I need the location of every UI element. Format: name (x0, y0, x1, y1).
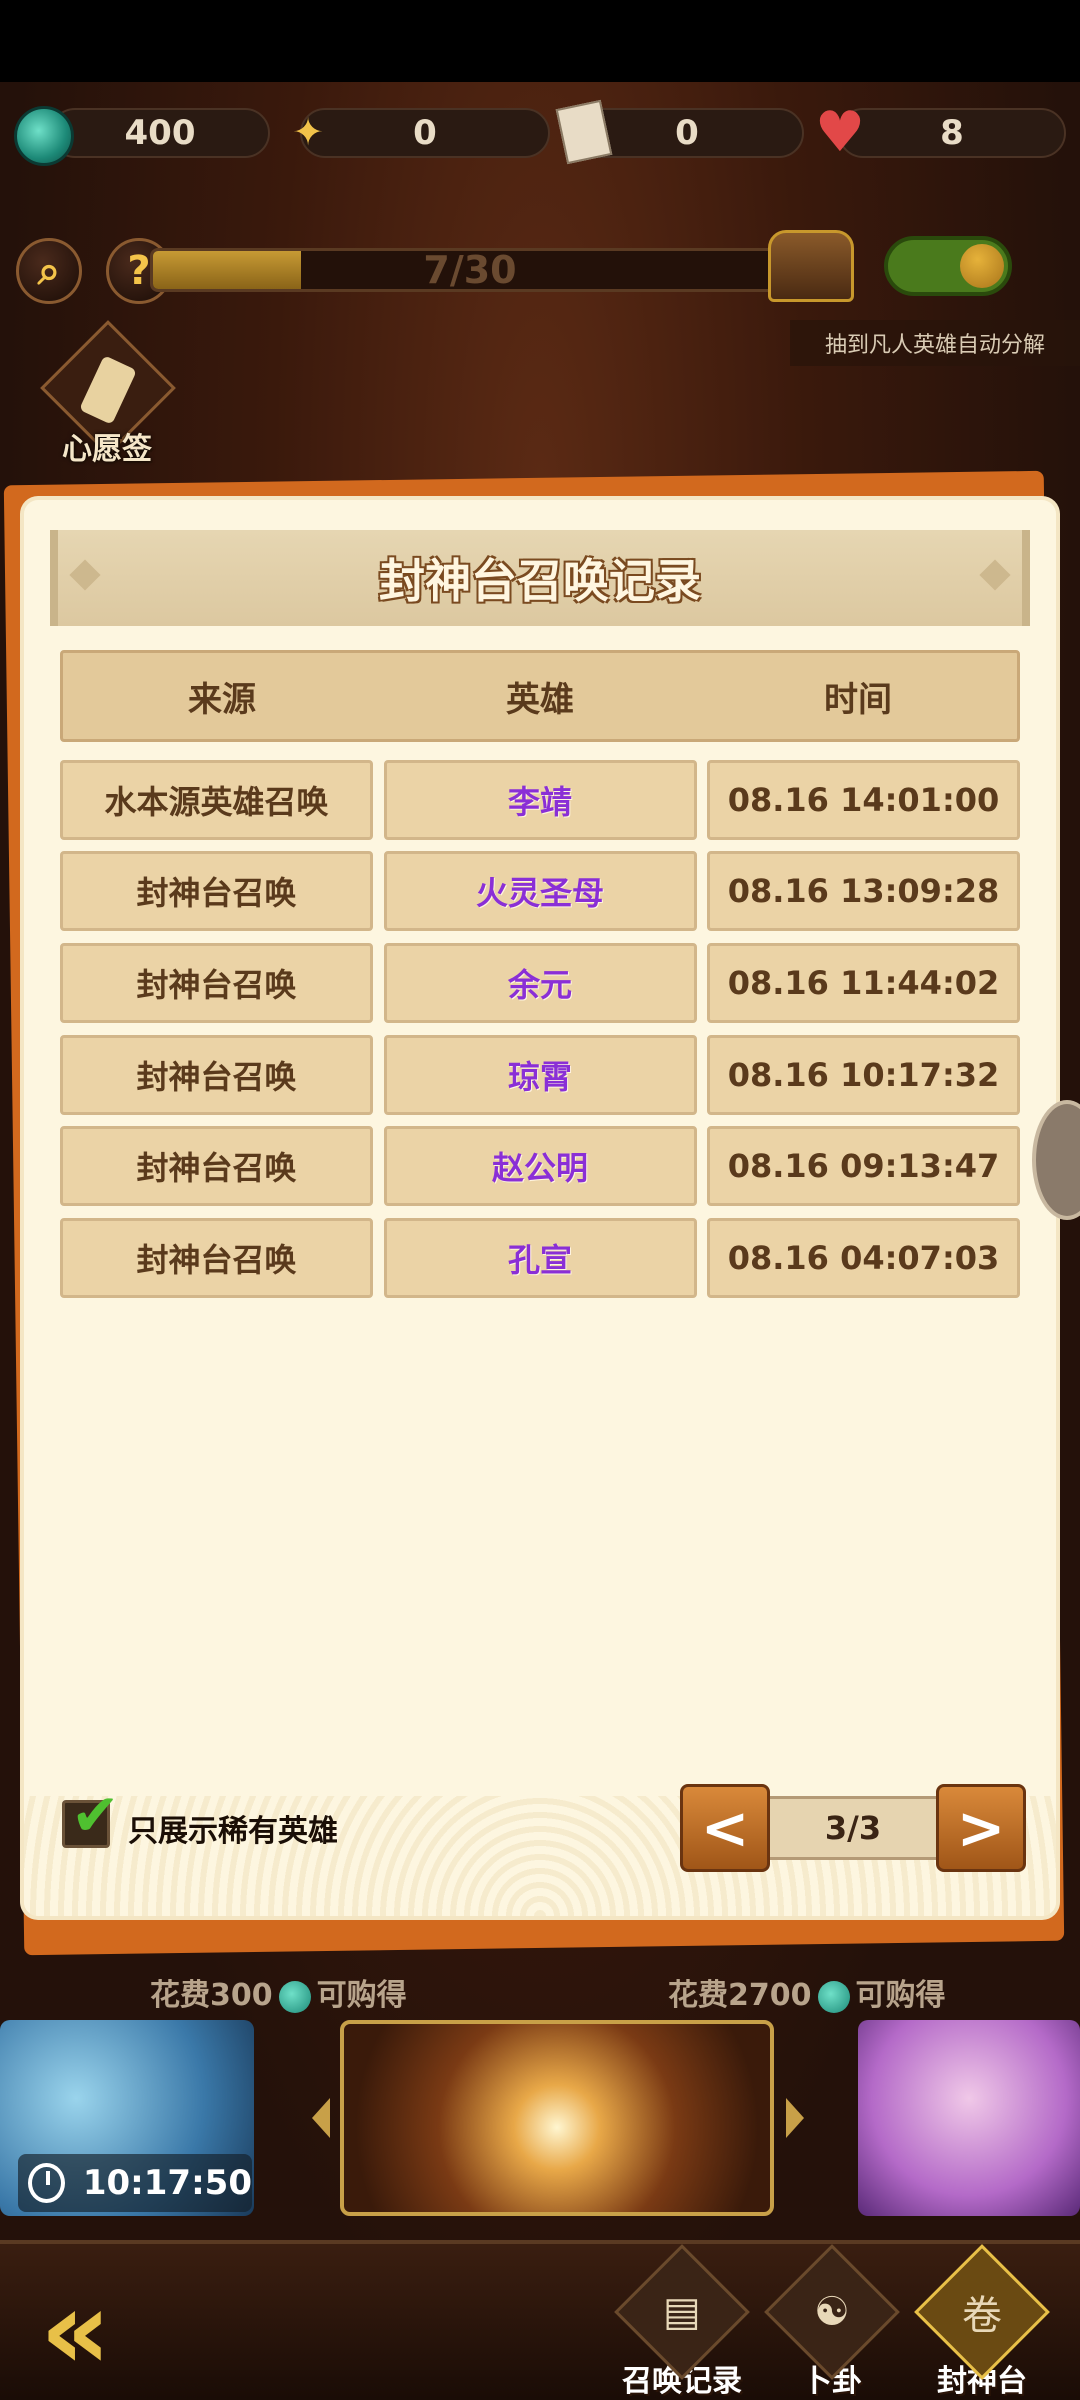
table-row: 封神台召唤 余元 08.16 11:44:02 (60, 943, 1020, 1023)
status-bar (0, 0, 1080, 82)
wish-label: 心愿签 (62, 432, 152, 467)
question-icon: ? (127, 248, 151, 294)
wish-tag-button[interactable]: 心愿签 (40, 320, 176, 467)
table-row: 封神台召唤 琼霄 08.16 10:17:32 (60, 1035, 1020, 1115)
search-icon: ⌕ (37, 248, 61, 294)
rare-only-checkbox[interactable]: ✔ (62, 1781, 120, 1849)
source-cell: 封神台召唤 (60, 1035, 373, 1115)
time-cell: 08.16 14:01:00 (707, 760, 1020, 840)
auto-decompose-label: 抽到凡人英雄自动分解 (790, 320, 1080, 366)
resource-bar: 400 0 ✦ 0 8 ♥ (0, 92, 1080, 180)
chevron-right-icon: > (956, 1794, 1006, 1862)
clock-icon (28, 2163, 65, 2203)
carousel-left-icon[interactable] (312, 2098, 330, 2138)
jade-currency-icon (14, 106, 74, 166)
table-row: 水本源英雄召唤 李靖 08.16 14:01:00 (60, 760, 1020, 840)
summon-progress-bar: 7/30 (150, 248, 790, 292)
carousel-right-icon[interactable] (786, 2098, 804, 2138)
source-cell: 封神台召唤 (60, 1126, 373, 1206)
hero-cell[interactable]: 孔宣 (383, 1218, 697, 1298)
nav-fengshen[interactable]: 卷 封神台 (912, 2244, 1052, 2400)
countdown-timer: 10:17:50 (18, 2154, 252, 2212)
treasure-chest-icon[interactable] (768, 230, 854, 302)
page-indicator: 3/3 (760, 1796, 946, 1860)
rare-only-label: 只展示稀有英雄 (128, 1814, 338, 1849)
toggle-knob (960, 244, 1004, 288)
search-button[interactable]: ⌕ (16, 238, 82, 304)
column-header-time: 时间 (824, 679, 892, 720)
next-page-button[interactable]: > (936, 1784, 1026, 1872)
source-cell: 水本源英雄召唤 (60, 760, 373, 840)
hero-cell[interactable]: 赵公明 (383, 1126, 697, 1206)
jade-small-icon (817, 1980, 850, 2013)
hero-cell[interactable]: 琼霄 (383, 1035, 697, 1115)
progress-text: 7/30 (423, 248, 517, 292)
cost-right: 花费2700 可购得 (668, 1978, 946, 2013)
dialog-title: 封神台召唤记录 (379, 554, 701, 608)
jade-counter: 400 (50, 108, 270, 158)
heart-icon: ♥ (814, 99, 866, 165)
cost-left: 花费300 可购得 (150, 1978, 407, 2013)
hero-token-icon: ✦ (292, 110, 324, 154)
fengshen-summon-card[interactable] (340, 2020, 774, 2216)
jade-small-icon (278, 1980, 311, 2013)
hero-cell[interactable]: 火灵圣母 (383, 851, 697, 931)
checkmark-icon: ✔ (71, 1781, 120, 1849)
nav-divination[interactable]: ☯ 卜卦 (762, 2244, 902, 2400)
hero-cell[interactable]: 余元 (383, 943, 697, 1023)
time-cell: 08.16 10:17:32 (707, 1035, 1020, 1115)
time-cell: 08.16 09:13:47 (707, 1126, 1020, 1206)
summon-record-dialog: 封神台召唤记录 来源 英雄 时间 水本源英雄召唤 李靖 08.16 14:01:… (24, 500, 1056, 1916)
prev-page-button[interactable]: < (680, 1784, 770, 1872)
auto-decompose-toggle[interactable] (884, 236, 1012, 296)
hero-cell[interactable]: 李靖 (383, 760, 697, 840)
scroll-ticket-icon (548, 99, 613, 165)
source-cell: 封神台召唤 (60, 1218, 373, 1298)
pagination: 3/3 < > (680, 1784, 1026, 1872)
dialog-title-band: 封神台召唤记录 (50, 530, 1030, 626)
source-cell: 封神台召唤 (60, 851, 373, 931)
chevron-left-icon: < (700, 1794, 750, 1862)
nav-summon-record[interactable]: ▤ 召唤记录 (612, 2244, 752, 2400)
back-arrow-icon: « (40, 2266, 112, 2394)
hero-preview-card[interactable] (858, 2020, 1080, 2216)
time-cell: 08.16 11:44:02 (707, 943, 1020, 1023)
time-cell: 08.16 13:09:28 (707, 851, 1020, 931)
column-header-source: 来源 (188, 679, 256, 720)
table-row: 封神台召唤 火灵圣母 08.16 13:09:28 (60, 851, 1020, 931)
table-header: 来源 英雄 时间 (60, 650, 1020, 742)
table-row: 封神台召唤 赵公明 08.16 09:13:47 (60, 1126, 1020, 1206)
time-cell: 08.16 04:07:03 (707, 1218, 1020, 1298)
table-row: 封神台召唤 孔宣 08.16 04:07:03 (60, 1218, 1020, 1298)
heart-counter: 8 (838, 108, 1066, 158)
yin-yang-icon: ☯ (764, 2244, 900, 2380)
source-cell: 封神台召唤 (60, 943, 373, 1023)
column-header-hero: 英雄 (506, 679, 574, 720)
altar-icon: 卷 (914, 2244, 1050, 2380)
back-button[interactable]: « (40, 2275, 150, 2385)
